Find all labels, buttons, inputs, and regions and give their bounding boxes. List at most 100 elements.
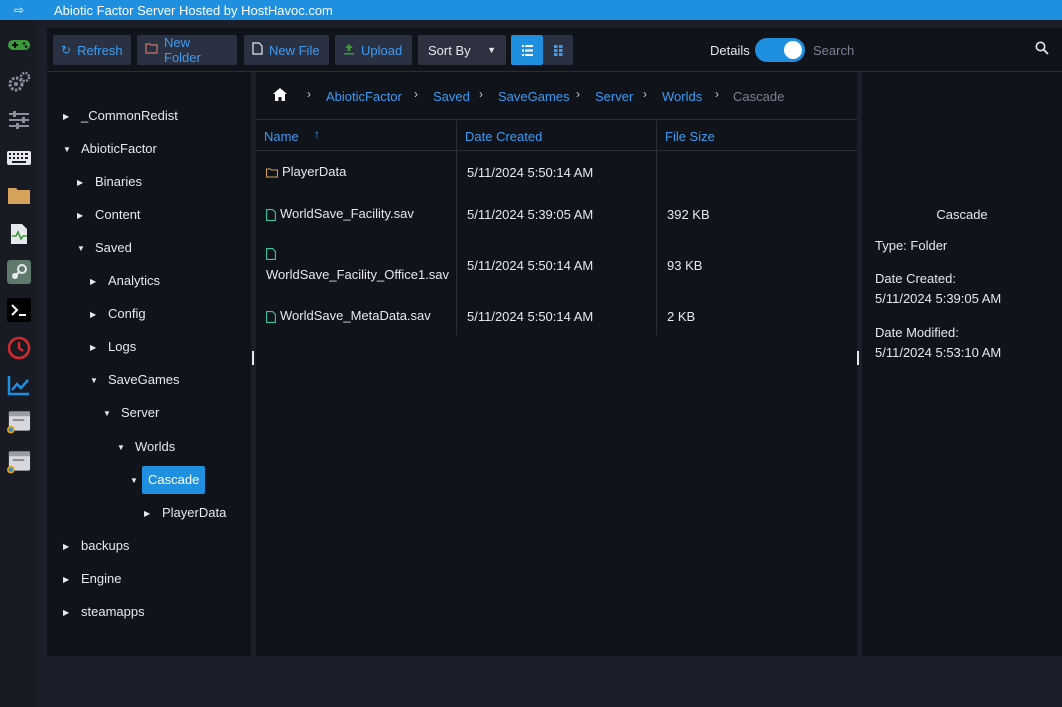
- refresh-button[interactable]: ↻ Refresh: [53, 35, 131, 65]
- tree-item[interactable]: ▶ Config: [90, 304, 152, 324]
- table-row[interactable]: PlayerData 5/11/2024 5:50:14 AM: [256, 152, 857, 193]
- caret-right-icon: ▶: [77, 177, 84, 187]
- details-created-label: Date Created:: [875, 271, 956, 286]
- table-header: Name ↑ Date Created File Size: [256, 121, 857, 151]
- date-cell: 5/11/2024 5:50:14 AM: [467, 309, 594, 324]
- folder-icon[interactable]: [6, 183, 31, 207]
- breadcrumb-item[interactable]: Worlds: [662, 89, 702, 104]
- sort-ascending-icon[interactable]: ↑: [314, 127, 320, 141]
- table-row[interactable]: WorldSave_Facility.sav 5/11/2024 5:39:05…: [256, 193, 857, 234]
- search-icon[interactable]: [1035, 41, 1049, 58]
- upload-icon: [343, 43, 355, 58]
- gears-icon[interactable]: [6, 70, 31, 94]
- column-name-header[interactable]: Name: [264, 129, 299, 144]
- size-cell: 93 KB: [667, 258, 703, 273]
- date-cell: 5/11/2024 5:50:14 AM: [467, 258, 594, 273]
- chevron-right-icon: ›: [643, 87, 647, 101]
- window-badge-icon-2[interactable]: [6, 450, 31, 474]
- caret-right-icon: ▶: [63, 541, 70, 551]
- new-file-button[interactable]: New File: [244, 35, 329, 65]
- details-created-value: 5/11/2024 5:39:05 AM: [875, 291, 1002, 306]
- new-file-icon: [252, 42, 263, 58]
- search-input[interactable]: [813, 40, 1043, 60]
- upload-button[interactable]: Upload: [335, 35, 412, 65]
- table-row[interactable]: WorldSave_MetaData.sav 5/11/2024 5:50:14…: [256, 295, 857, 336]
- folder-tree: ▶ _CommonRedist ▼ AbioticFactor ▶ Binaries …: [47, 72, 251, 656]
- back-arrow-icon[interactable]: ⇨: [0, 3, 38, 17]
- activity-file-icon[interactable]: [6, 222, 31, 246]
- file-icon: [266, 248, 276, 263]
- caret-down-icon: ▼: [90, 375, 98, 385]
- caret-down-icon: ▼: [130, 475, 138, 485]
- sliders-icon[interactable]: [6, 108, 31, 132]
- column-size-header[interactable]: File Size: [665, 129, 715, 144]
- file-name-cell: WorldSave_Facility.sav: [266, 206, 414, 221]
- file-name-cell: PlayerData: [266, 164, 346, 179]
- details-label: Details: [710, 43, 750, 58]
- tree-item[interactable]: ▶ PlayerData: [144, 503, 232, 523]
- steam-icon[interactable]: [6, 260, 31, 284]
- caret-right-icon: ▶: [90, 276, 97, 286]
- tree-item[interactable]: ▼ AbioticFactor: [63, 139, 163, 159]
- breadcrumb-item[interactable]: Server: [595, 89, 633, 104]
- left-rail: [0, 20, 37, 707]
- caret-right-icon: ▶: [77, 210, 84, 220]
- tree-item[interactable]: ▶ _CommonRedist: [63, 106, 184, 126]
- tree-item-selected[interactable]: ▼ Cascade: [130, 466, 206, 494]
- breadcrumb-item[interactable]: AbioticFactor: [326, 89, 402, 104]
- tree-item[interactable]: ▶ Content: [77, 205, 147, 225]
- tree-item[interactable]: ▶ Binaries: [77, 172, 148, 192]
- caret-down-icon: ▼: [117, 442, 125, 452]
- breadcrumb-item[interactable]: Saved: [433, 89, 470, 104]
- date-cell: 5/11/2024 5:39:05 AM: [467, 207, 594, 222]
- file-name-cell: WorldSave_MetaData.sav: [266, 308, 431, 323]
- tree-item[interactable]: ▼ Server: [103, 403, 165, 423]
- grid-icon: [553, 44, 562, 56]
- tree-item[interactable]: ▶ steamapps: [63, 602, 151, 622]
- chevron-right-icon: ›: [479, 87, 483, 101]
- caret-right-icon: ▶: [63, 607, 70, 617]
- size-cell: 392 KB: [667, 207, 710, 222]
- window-badge-icon[interactable]: [6, 410, 31, 434]
- details-toggle[interactable]: [755, 38, 805, 62]
- details-name: Cascade: [936, 207, 988, 222]
- details-modified-value: 5/11/2024 5:53:10 AM: [875, 345, 1002, 360]
- details-splitter-handle[interactable]: [857, 351, 859, 365]
- home-icon[interactable]: [273, 88, 287, 104]
- column-date-header[interactable]: Date Created: [465, 129, 542, 144]
- caret-right-icon: ▶: [90, 309, 97, 319]
- keyboard-icon[interactable]: [6, 146, 31, 170]
- breadcrumb-item[interactable]: SaveGames: [498, 89, 570, 104]
- list-view-button[interactable]: [511, 35, 543, 65]
- terminal-icon[interactable]: [6, 298, 31, 322]
- table-row[interactable]: WorldSave_Facility_Office1.sav 5/11/2024…: [256, 234, 857, 295]
- file-icon: [266, 208, 276, 221]
- grid-view-button[interactable]: [543, 35, 573, 65]
- details-modified-label: Date Modified:: [875, 325, 959, 340]
- caret-right-icon: ▶: [63, 111, 70, 121]
- caret-down-icon: ▼: [103, 408, 111, 418]
- clock-icon[interactable]: [6, 336, 31, 360]
- details-pane: Cascade Type: Folder Date Created: 5/11/…: [862, 72, 1062, 656]
- tree-item[interactable]: ▶ Engine: [63, 569, 127, 589]
- tree-item[interactable]: ▶ Analytics: [90, 271, 166, 291]
- file-icon: [266, 310, 276, 323]
- tree-item[interactable]: ▶ Logs: [90, 337, 142, 357]
- chart-icon[interactable]: [6, 373, 31, 397]
- tree-item[interactable]: ▼ Worlds: [117, 437, 181, 457]
- caret-right-icon: ▶: [63, 574, 70, 584]
- tree-item[interactable]: ▼ SaveGames: [90, 370, 186, 390]
- sort-by-dropdown[interactable]: Sort By ▼: [418, 35, 506, 65]
- new-folder-button[interactable]: New Folder: [137, 35, 237, 65]
- chevron-right-icon: ›: [576, 87, 580, 101]
- tree-item[interactable]: ▼ Saved: [77, 238, 138, 258]
- refresh-icon: ↻: [61, 43, 72, 57]
- tree-splitter-handle[interactable]: [252, 351, 254, 365]
- caret-down-icon: ▼: [487, 45, 496, 55]
- list-icon: [521, 44, 533, 56]
- gamepad-icon[interactable]: [6, 33, 31, 57]
- toggle-knob: [784, 41, 802, 59]
- tree-item[interactable]: ▶ backups: [63, 536, 135, 556]
- size-cell: 2 KB: [667, 309, 696, 324]
- window-title: Abiotic Factor Server Hosted by HostHavo…: [54, 2, 333, 18]
